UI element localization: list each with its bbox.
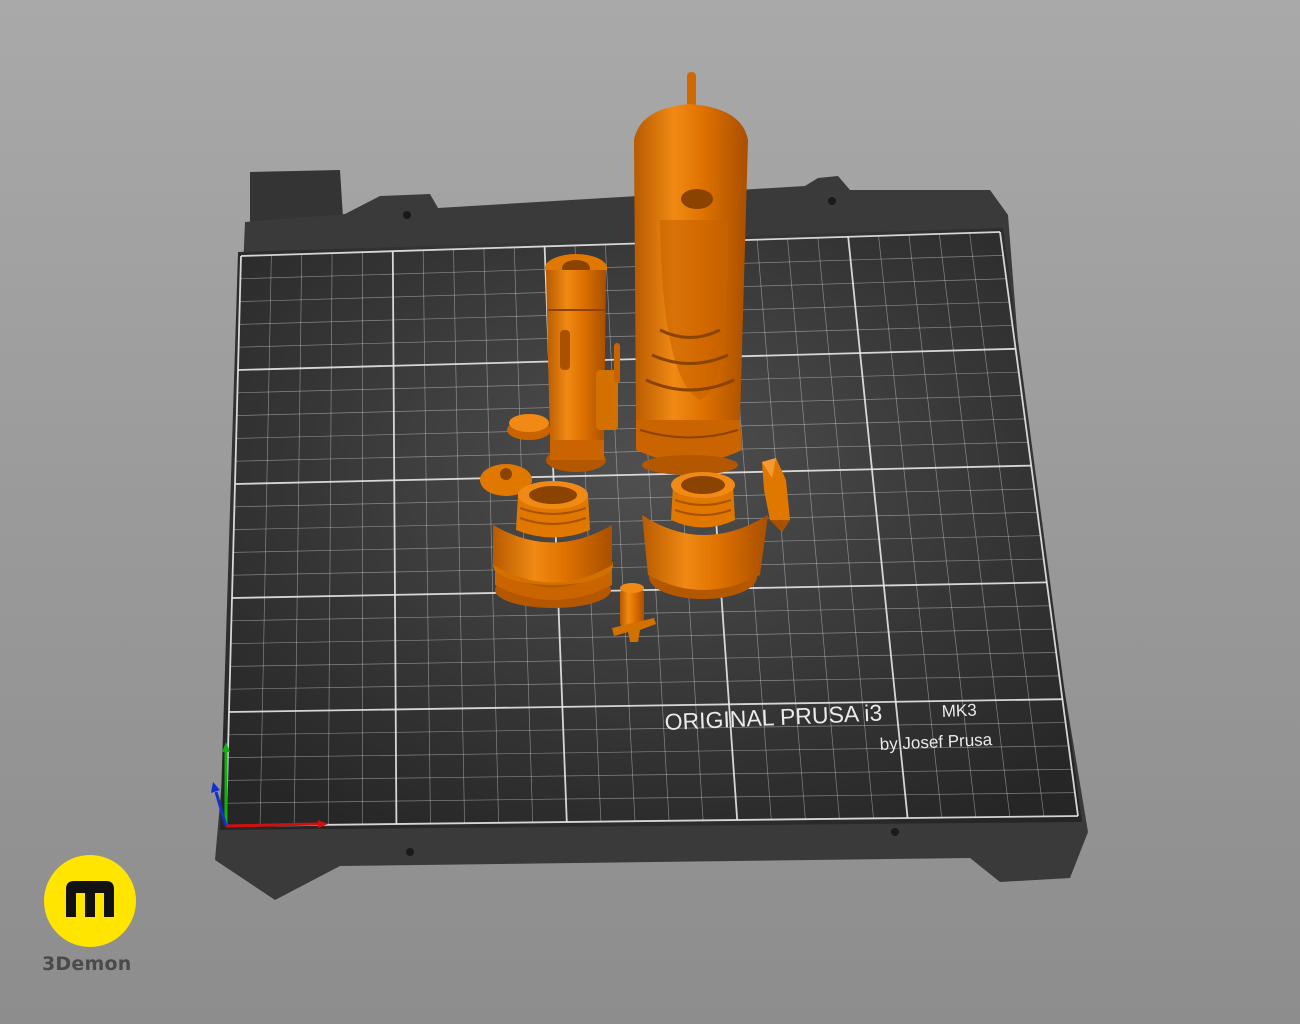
axis-x bbox=[225, 822, 319, 828]
brand-name: 3Demon bbox=[42, 953, 132, 975]
bed-hole bbox=[891, 828, 899, 836]
3d-viewport[interactable]: ORIGINAL PRUSA i3 MK3 by Josef Prusa bbox=[0, 0, 1300, 1024]
model-part-long-handle[interactable] bbox=[634, 72, 748, 475]
bed-hole bbox=[403, 211, 411, 219]
3demon-logo-icon bbox=[66, 881, 114, 917]
model-part-small-cap[interactable] bbox=[507, 414, 551, 440]
bed-frame-tab bbox=[250, 170, 343, 222]
axis-z-arrow bbox=[211, 782, 220, 793]
brand-badge bbox=[44, 855, 136, 947]
brand-logo: 3Demon bbox=[42, 855, 142, 980]
bed-hole bbox=[828, 197, 836, 205]
bed-label-model: MK3 bbox=[941, 700, 977, 721]
bed-hole bbox=[406, 848, 414, 856]
